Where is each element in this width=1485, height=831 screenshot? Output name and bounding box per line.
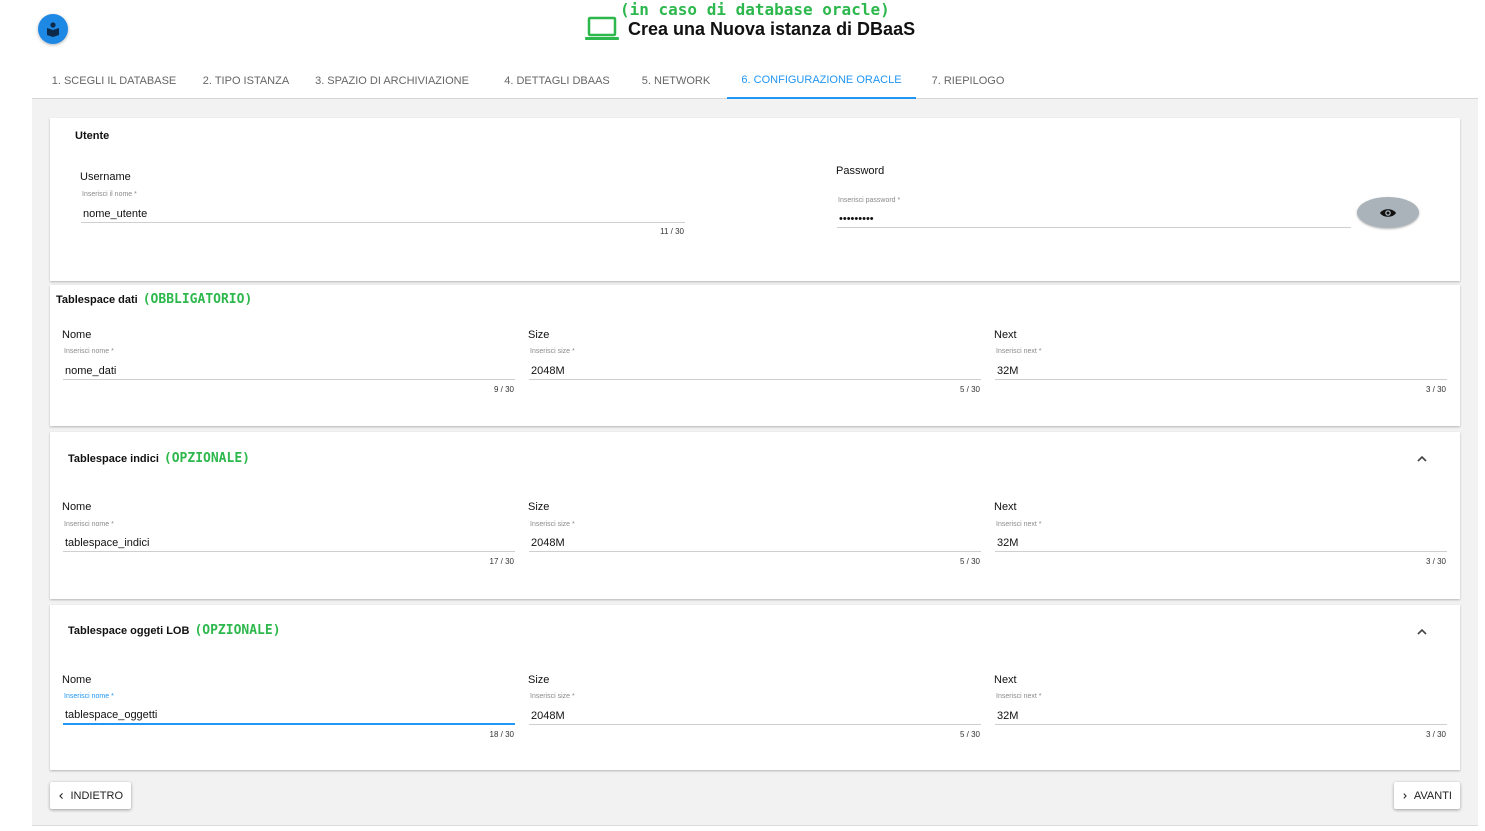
next-button[interactable]: AVANTI xyxy=(1394,782,1460,809)
dati-size-placeholder: Inserisci size * xyxy=(530,348,575,355)
indici-next-placeholder: Inserisci next * xyxy=(996,521,1042,528)
user-book-icon xyxy=(47,22,59,37)
tab-tipo-istanza[interactable]: 2. TIPO ISTANZA xyxy=(196,62,296,99)
dati-next-counter: 3 / 30 xyxy=(1425,385,1446,394)
username-counter: 11 / 30 xyxy=(660,227,684,236)
indici-size-label: Size xyxy=(528,501,550,513)
lob-nome-input[interactable] xyxy=(63,707,515,725)
indici-size-placeholder: Inserisci size * xyxy=(530,521,575,528)
lob-size-placeholder: Inserisci size * xyxy=(530,693,575,700)
lob-nome-placeholder: Inserisci nome * xyxy=(64,693,114,700)
tab-dettagli-dbaas[interactable]: 4. DETTAGLI DBAAS xyxy=(495,62,619,99)
tablespace-dati-title: Tablespace dati xyxy=(56,294,138,306)
tablespace-lob-annotation: (OPZIONALE) xyxy=(194,623,281,638)
tablespace-dati-annotation: (OBBLIGATORIO) xyxy=(142,292,253,307)
username-label: Username xyxy=(80,171,131,183)
tab-spazio-archiviazione[interactable]: 3. SPAZIO DI ARCHIVIAZIONE xyxy=(312,62,472,99)
tablespace-lob-title: Tablespace oggeti LOB xyxy=(68,625,190,637)
tab-scegli-database[interactable]: 1. SCEGLI IL DATABASE xyxy=(32,62,196,99)
tablespace-dati-card xyxy=(50,285,1460,426)
lob-size-input[interactable] xyxy=(529,707,981,725)
stepper-tabs: 1. SCEGLI IL DATABASE 2. TIPO ISTANZA 3.… xyxy=(32,62,1478,99)
indici-next-counter: 3 / 30 xyxy=(1425,557,1446,566)
lob-nome-counter: 18 / 30 xyxy=(489,730,514,739)
lob-next-counter: 3 / 30 xyxy=(1425,730,1446,739)
tab-configurazione-oracle[interactable]: 6. CONFIGURAZIONE ORACLE xyxy=(727,62,916,99)
username-input[interactable] xyxy=(81,205,685,223)
next-button-label: AVANTI xyxy=(1413,789,1452,802)
user-card xyxy=(50,118,1460,281)
dati-size-counter: 5 / 30 xyxy=(959,385,980,394)
tablespace-indici-title-row[interactable]: Tablespace indici (OPZIONALE) xyxy=(68,451,250,466)
indici-size-counter: 5 / 30 xyxy=(959,557,980,566)
back-button[interactable]: INDIETRO xyxy=(50,782,131,809)
chevron-up-icon[interactable] xyxy=(1415,452,1429,466)
lob-nome-label: Nome xyxy=(62,674,92,686)
lob-size-label: Size xyxy=(528,674,550,686)
tablespace-indici-annotation: (OPZIONALE) xyxy=(163,451,250,466)
header: (in caso di database oracle) Crea una Nu… xyxy=(0,0,1485,60)
tablespace-lob-title-row[interactable]: Tablespace oggeti LOB (OPZIONALE) xyxy=(68,623,281,638)
lob-next-placeholder: Inserisci next * xyxy=(996,693,1042,700)
lob-next-input[interactable] xyxy=(995,707,1447,725)
dati-nome-label: Nome xyxy=(62,329,92,341)
dati-nome-input[interactable] xyxy=(63,362,515,380)
tablespace-indici-title: Tablespace indici xyxy=(68,453,159,465)
dati-next-label: Next xyxy=(994,329,1017,341)
dati-nome-placeholder: Inserisci nome * xyxy=(64,348,114,355)
dati-next-placeholder: Inserisci next * xyxy=(996,348,1042,355)
username-placeholder: Inserisci il nome * xyxy=(82,191,137,198)
indici-nome-input[interactable] xyxy=(63,534,515,552)
dati-size-input[interactable] xyxy=(529,362,981,380)
lob-next-label: Next xyxy=(994,674,1017,686)
password-input[interactable] xyxy=(837,210,1351,228)
page-title: Crea una Nuova istanza di DBaaS xyxy=(628,18,916,39)
title-wrap: Crea una Nuova istanza di DBaaS xyxy=(584,16,915,42)
dati-size-label: Size xyxy=(528,329,550,341)
tablespace-indici-card xyxy=(50,432,1460,599)
indici-nome-placeholder: Inserisci nome * xyxy=(64,521,114,528)
back-button-label: INDIETRO xyxy=(70,789,123,802)
chevron-left-icon xyxy=(59,792,63,799)
indici-nome-label: Nome xyxy=(62,501,92,513)
app-logo[interactable] xyxy=(38,14,68,44)
toggle-password-visibility-button[interactable] xyxy=(1357,197,1419,228)
page: (in caso di database oracle) Crea una Nu… xyxy=(0,0,1485,831)
user-section-title: Utente xyxy=(75,130,110,142)
chevron-up-icon[interactable] xyxy=(1415,625,1429,639)
dati-next-input[interactable] xyxy=(995,362,1447,380)
indici-size-input[interactable] xyxy=(529,534,981,552)
password-placeholder: Inserisci password * xyxy=(838,197,901,204)
password-label: Password xyxy=(836,165,885,177)
tab-network[interactable]: 5. NETWORK xyxy=(632,62,720,99)
eye-icon xyxy=(1380,208,1396,217)
chevron-right-icon xyxy=(1403,792,1407,799)
indici-next-input[interactable] xyxy=(995,534,1447,552)
dati-nome-counter: 9 / 30 xyxy=(493,385,514,394)
indici-nome-counter: 17 / 30 xyxy=(489,557,514,566)
tablespace-dati-title-row: Tablespace dati (OBBLIGATORIO) xyxy=(56,292,252,307)
tab-riepilogo[interactable]: 7. RIEPILOGO xyxy=(927,62,1009,99)
laptop-icon xyxy=(585,16,619,40)
indici-next-label: Next xyxy=(994,501,1017,513)
lob-size-counter: 5 / 30 xyxy=(959,730,980,739)
